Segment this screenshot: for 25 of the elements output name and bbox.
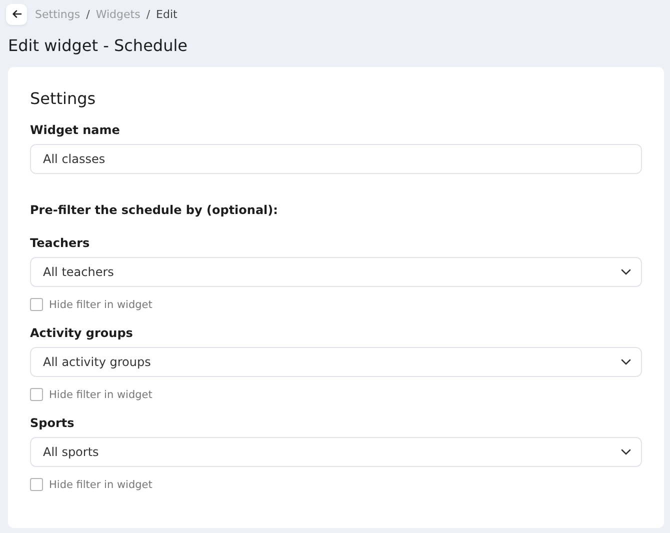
chevron-down-icon (621, 269, 631, 275)
card-heading: Settings (30, 89, 97, 108)
checkbox[interactable] (30, 388, 43, 401)
back-arrow-icon (12, 9, 22, 19)
checkbox-label: Hide filter in widget (49, 478, 152, 490)
field-label: Teachers (30, 236, 91, 250)
checkbox[interactable] (30, 478, 43, 491)
chevron-down-icon (621, 359, 631, 365)
checkbox[interactable] (30, 298, 43, 311)
dropdown[interactable]: All activity groups (30, 347, 642, 377)
checkbox-label: Hide filter in widget (49, 388, 152, 400)
field-label: Activity groups (30, 326, 134, 340)
field-label: Widget name (30, 123, 121, 137)
field-label: Sports (30, 416, 76, 430)
back-button[interactable] (6, 4, 27, 24)
breadcrumb-link[interactable]: Edit (156, 8, 178, 20)
breadcrumb-separator: / (146, 8, 150, 20)
dropdown[interactable]: All teachers (30, 257, 642, 287)
section-label: Pre-filter the schedule by (optional): (30, 203, 279, 217)
chevron-down-icon (621, 449, 631, 455)
checkbox-label: Hide filter in widget (49, 298, 152, 310)
dropdown[interactable]: All sports (30, 437, 642, 467)
breadcrumb-separator: / (86, 8, 90, 20)
page-title: Edit widget - Schedule (8, 36, 188, 55)
widget-name-field[interactable]: All classes (30, 144, 642, 174)
